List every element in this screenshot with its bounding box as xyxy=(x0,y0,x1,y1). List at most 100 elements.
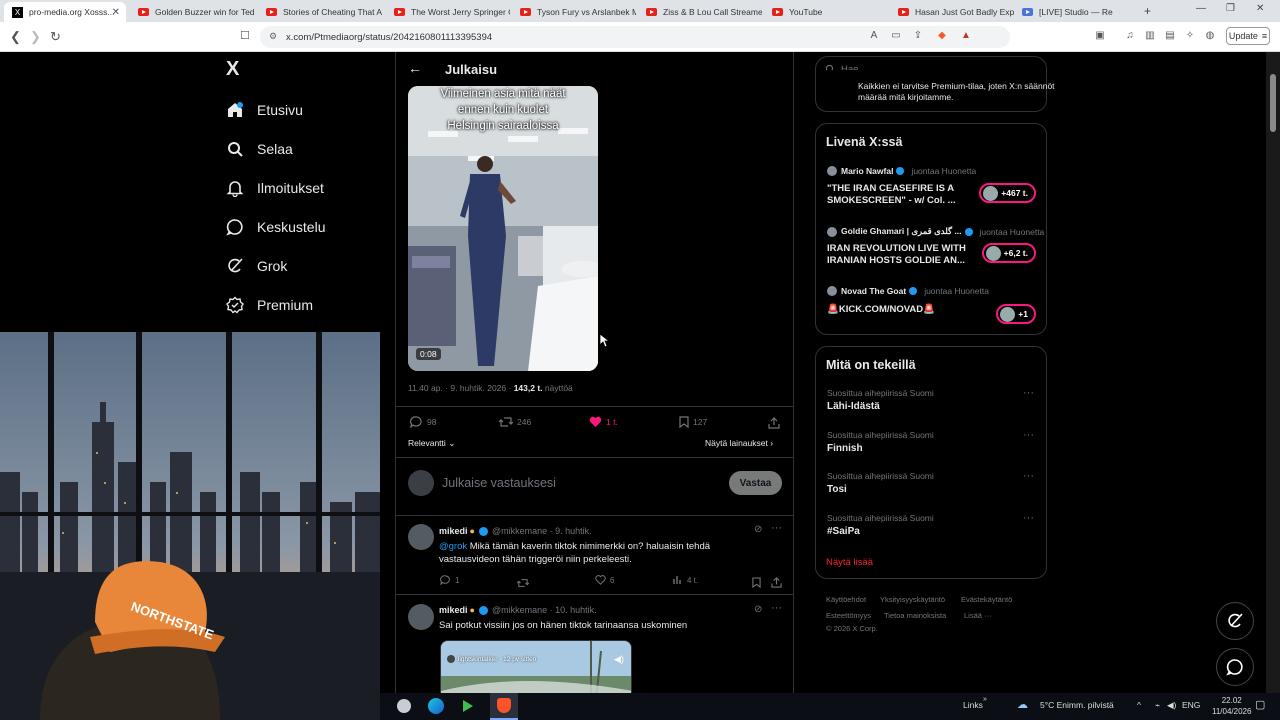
screen-icon[interactable]: ▭ xyxy=(890,30,902,42)
sidebar-item-grok[interactable]: Grok xyxy=(226,254,287,278)
more-options-icon[interactable]: ··· xyxy=(771,522,782,534)
live-host[interactable]: Mario Nawfal juontaa Huonetta xyxy=(827,166,976,176)
reload-icon[interactable]: ↻ xyxy=(50,29,61,45)
media-player-icon[interactable] xyxy=(462,699,474,718)
panel-icon[interactable]: ▥ xyxy=(1144,30,1156,42)
author-name[interactable]: mikedi xyxy=(439,605,468,615)
live-host[interactable]: Goldie Ghamari | گلدی قمری ... juontaa Hu… xyxy=(827,226,1044,237)
maximize-icon[interactable]: ❐ xyxy=(1226,3,1235,14)
tab-youtube[interactable]: Hasan Just Got Badly Expo xyxy=(890,2,1014,22)
sidebar-item-explore[interactable]: Selaa xyxy=(226,137,293,161)
avatar[interactable] xyxy=(408,470,434,496)
like-action[interactable]: 6 xyxy=(595,575,614,585)
sort-dropdown[interactable]: Relevantti ⌄ xyxy=(408,438,455,449)
scrollbar[interactable] xyxy=(1266,52,1280,693)
network-icon[interactable]: ⌁ xyxy=(1155,700,1160,711)
footer-link[interactable]: Esteettömyys xyxy=(826,611,871,620)
live-space-title[interactable]: "THE IRAN CEASEFIRE IS A SMOKESCREEN" - … xyxy=(827,183,977,207)
trend-item[interactable]: Finnish xyxy=(827,443,863,454)
reply-action[interactable]: 98 xyxy=(410,416,436,428)
reply-button[interactable]: Vastaa xyxy=(729,471,782,495)
trend-item[interactable]: Lähi-Idästä xyxy=(827,401,880,412)
sidebar-item-messages[interactable]: Keskustelu xyxy=(226,215,325,239)
tab-youtube[interactable]: YouTube xyxy=(764,2,888,22)
reply-input[interactable]: Julkaise vastauksesi xyxy=(442,476,556,490)
bookmark-action[interactable] xyxy=(752,575,761,593)
chevron-up-icon[interactable]: ^ xyxy=(1137,700,1141,710)
forward-icon[interactable]: ❯ xyxy=(30,29,41,45)
more-options-icon[interactable]: ··· xyxy=(1023,429,1034,441)
sidebar-item-premium[interactable]: Premium xyxy=(226,293,313,317)
trend-item[interactable]: #SaiPa xyxy=(827,526,860,537)
footer-link[interactable]: Yksityisyyskäytäntö xyxy=(880,595,945,604)
media-icon[interactable]: ♫ xyxy=(1124,30,1136,42)
show-quotes-link[interactable]: Näytä lainaukset › xyxy=(705,438,773,448)
like-action[interactable]: 1 t. xyxy=(589,416,618,428)
notifications-icon[interactable]: ▢ xyxy=(1255,698,1265,711)
volume-icon[interactable]: ◀) xyxy=(1167,700,1176,711)
tab-youtube[interactable]: Tyson Fury vs Arslanbek M xyxy=(512,2,636,22)
x-logo-icon[interactable]: X xyxy=(226,58,239,81)
avatar[interactable] xyxy=(408,604,434,630)
weather-text[interactable]: 5°C Enimm. pilvistä xyxy=(1040,700,1114,710)
site-settings-icon[interactable]: ⚙ xyxy=(269,31,277,42)
author-name[interactable]: mikedi xyxy=(439,526,468,536)
tab-youtube[interactable]: The Worst Jerry Springer G xyxy=(386,2,510,22)
volume-icon[interactable]: ◀) xyxy=(614,654,624,665)
live-host[interactable]: Novad The Goat juontaa Huonetta xyxy=(827,286,989,296)
avatar[interactable] xyxy=(408,524,434,550)
author-handle[interactable]: @mikkemane · 10. huhtik. xyxy=(492,605,597,615)
wallet-icon[interactable]: ▤ xyxy=(1164,30,1176,42)
live-listeners-pill[interactable]: +1 xyxy=(996,304,1036,324)
more-options-icon[interactable]: ··· xyxy=(1023,470,1034,482)
live-listeners-pill[interactable]: +467 t. xyxy=(979,183,1036,203)
post-timestamp[interactable]: 11.40 ap. · 9. huhtik. 2026 · xyxy=(408,383,511,393)
share-icon[interactable]: ⇪ xyxy=(912,30,924,42)
more-options-icon[interactable]: ··· xyxy=(1023,512,1034,524)
author-handle[interactable]: @mikkemane · 9. huhtik. xyxy=(492,526,592,536)
repost-action[interactable]: 246 xyxy=(499,416,531,428)
tab-studio[interactable]: [LIVE] Studio — Re xyxy=(1014,2,1138,22)
app-icon[interactable] xyxy=(397,699,411,713)
grok-fab-button[interactable] xyxy=(1216,602,1254,640)
repost-action[interactable] xyxy=(516,575,530,593)
tab-youtube[interactable]: Ziss & B Lou Call Streame xyxy=(638,2,762,22)
minimize-icon[interactable]: — xyxy=(1196,3,1206,14)
share-action[interactable] xyxy=(768,416,780,434)
tab-youtube[interactable]: Stories of Cheating That A xyxy=(258,2,382,22)
close-window-icon[interactable]: ✕ xyxy=(1256,3,1264,14)
footer-link[interactable]: Evästekäytäntö xyxy=(961,595,1012,604)
sidebar-item-home[interactable]: Etusivu xyxy=(226,98,303,122)
clock[interactable]: 22.02 11/04/2026 xyxy=(1212,695,1251,717)
sidebar-icon[interactable]: ▣ xyxy=(1094,30,1106,42)
tab-youtube[interactable]: Golden Buzzer win for Ted xyxy=(130,2,254,22)
mention-link[interactable]: @grok xyxy=(439,541,467,552)
new-tab-icon[interactable]: + xyxy=(1144,4,1151,18)
brave-shield-icon[interactable]: ◆ xyxy=(936,30,948,42)
embedded-video[interactable]: lightskintalker · 12 pv sitten ◀) xyxy=(440,640,632,693)
post-video[interactable]: Viimeinen asia mitä näät ennen kuin kuol… xyxy=(408,86,598,371)
back-icon[interactable]: ❮ xyxy=(10,29,21,45)
grok-icon[interactable]: ⊘ xyxy=(754,524,762,535)
back-arrow-icon[interactable]: ← xyxy=(408,60,422,76)
grok-icon[interactable]: ⊘ xyxy=(754,604,762,615)
bookmark-icon[interactable]: ☐ xyxy=(240,29,250,42)
views-action[interactable]: 4 t. xyxy=(673,575,698,585)
footer-link[interactable]: Lisää ··· xyxy=(964,611,992,620)
links-toolbar[interactable]: Links xyxy=(963,700,983,710)
bookmark-action[interactable]: 127 xyxy=(679,416,707,428)
live-space-title[interactable]: IRAN REVOLUTION LIVE WITH IRANIAN HOSTS … xyxy=(827,243,977,267)
reply-action[interactable]: 1 xyxy=(440,575,459,585)
rewards-icon[interactable]: ▲ xyxy=(960,30,972,42)
more-options-icon[interactable]: ··· xyxy=(1023,387,1034,399)
sidebar-item-notifications[interactable]: Ilmoitukset xyxy=(226,176,324,200)
trend-item[interactable]: Tosi xyxy=(827,484,847,495)
live-space-title[interactable]: 🚨KICK.COM/NOVAD🚨 xyxy=(827,304,977,316)
chevron-icon[interactable]: » xyxy=(983,696,987,703)
close-icon[interactable]: ✕ xyxy=(112,7,120,18)
scrollbar-thumb[interactable] xyxy=(1270,74,1276,132)
show-more-link[interactable]: Näytä lisää xyxy=(826,557,873,568)
edge-icon[interactable] xyxy=(428,698,444,714)
footer-link[interactable]: Käyttöehdot xyxy=(826,595,866,604)
live-listeners-pill[interactable]: +6,2 t. xyxy=(981,243,1036,263)
